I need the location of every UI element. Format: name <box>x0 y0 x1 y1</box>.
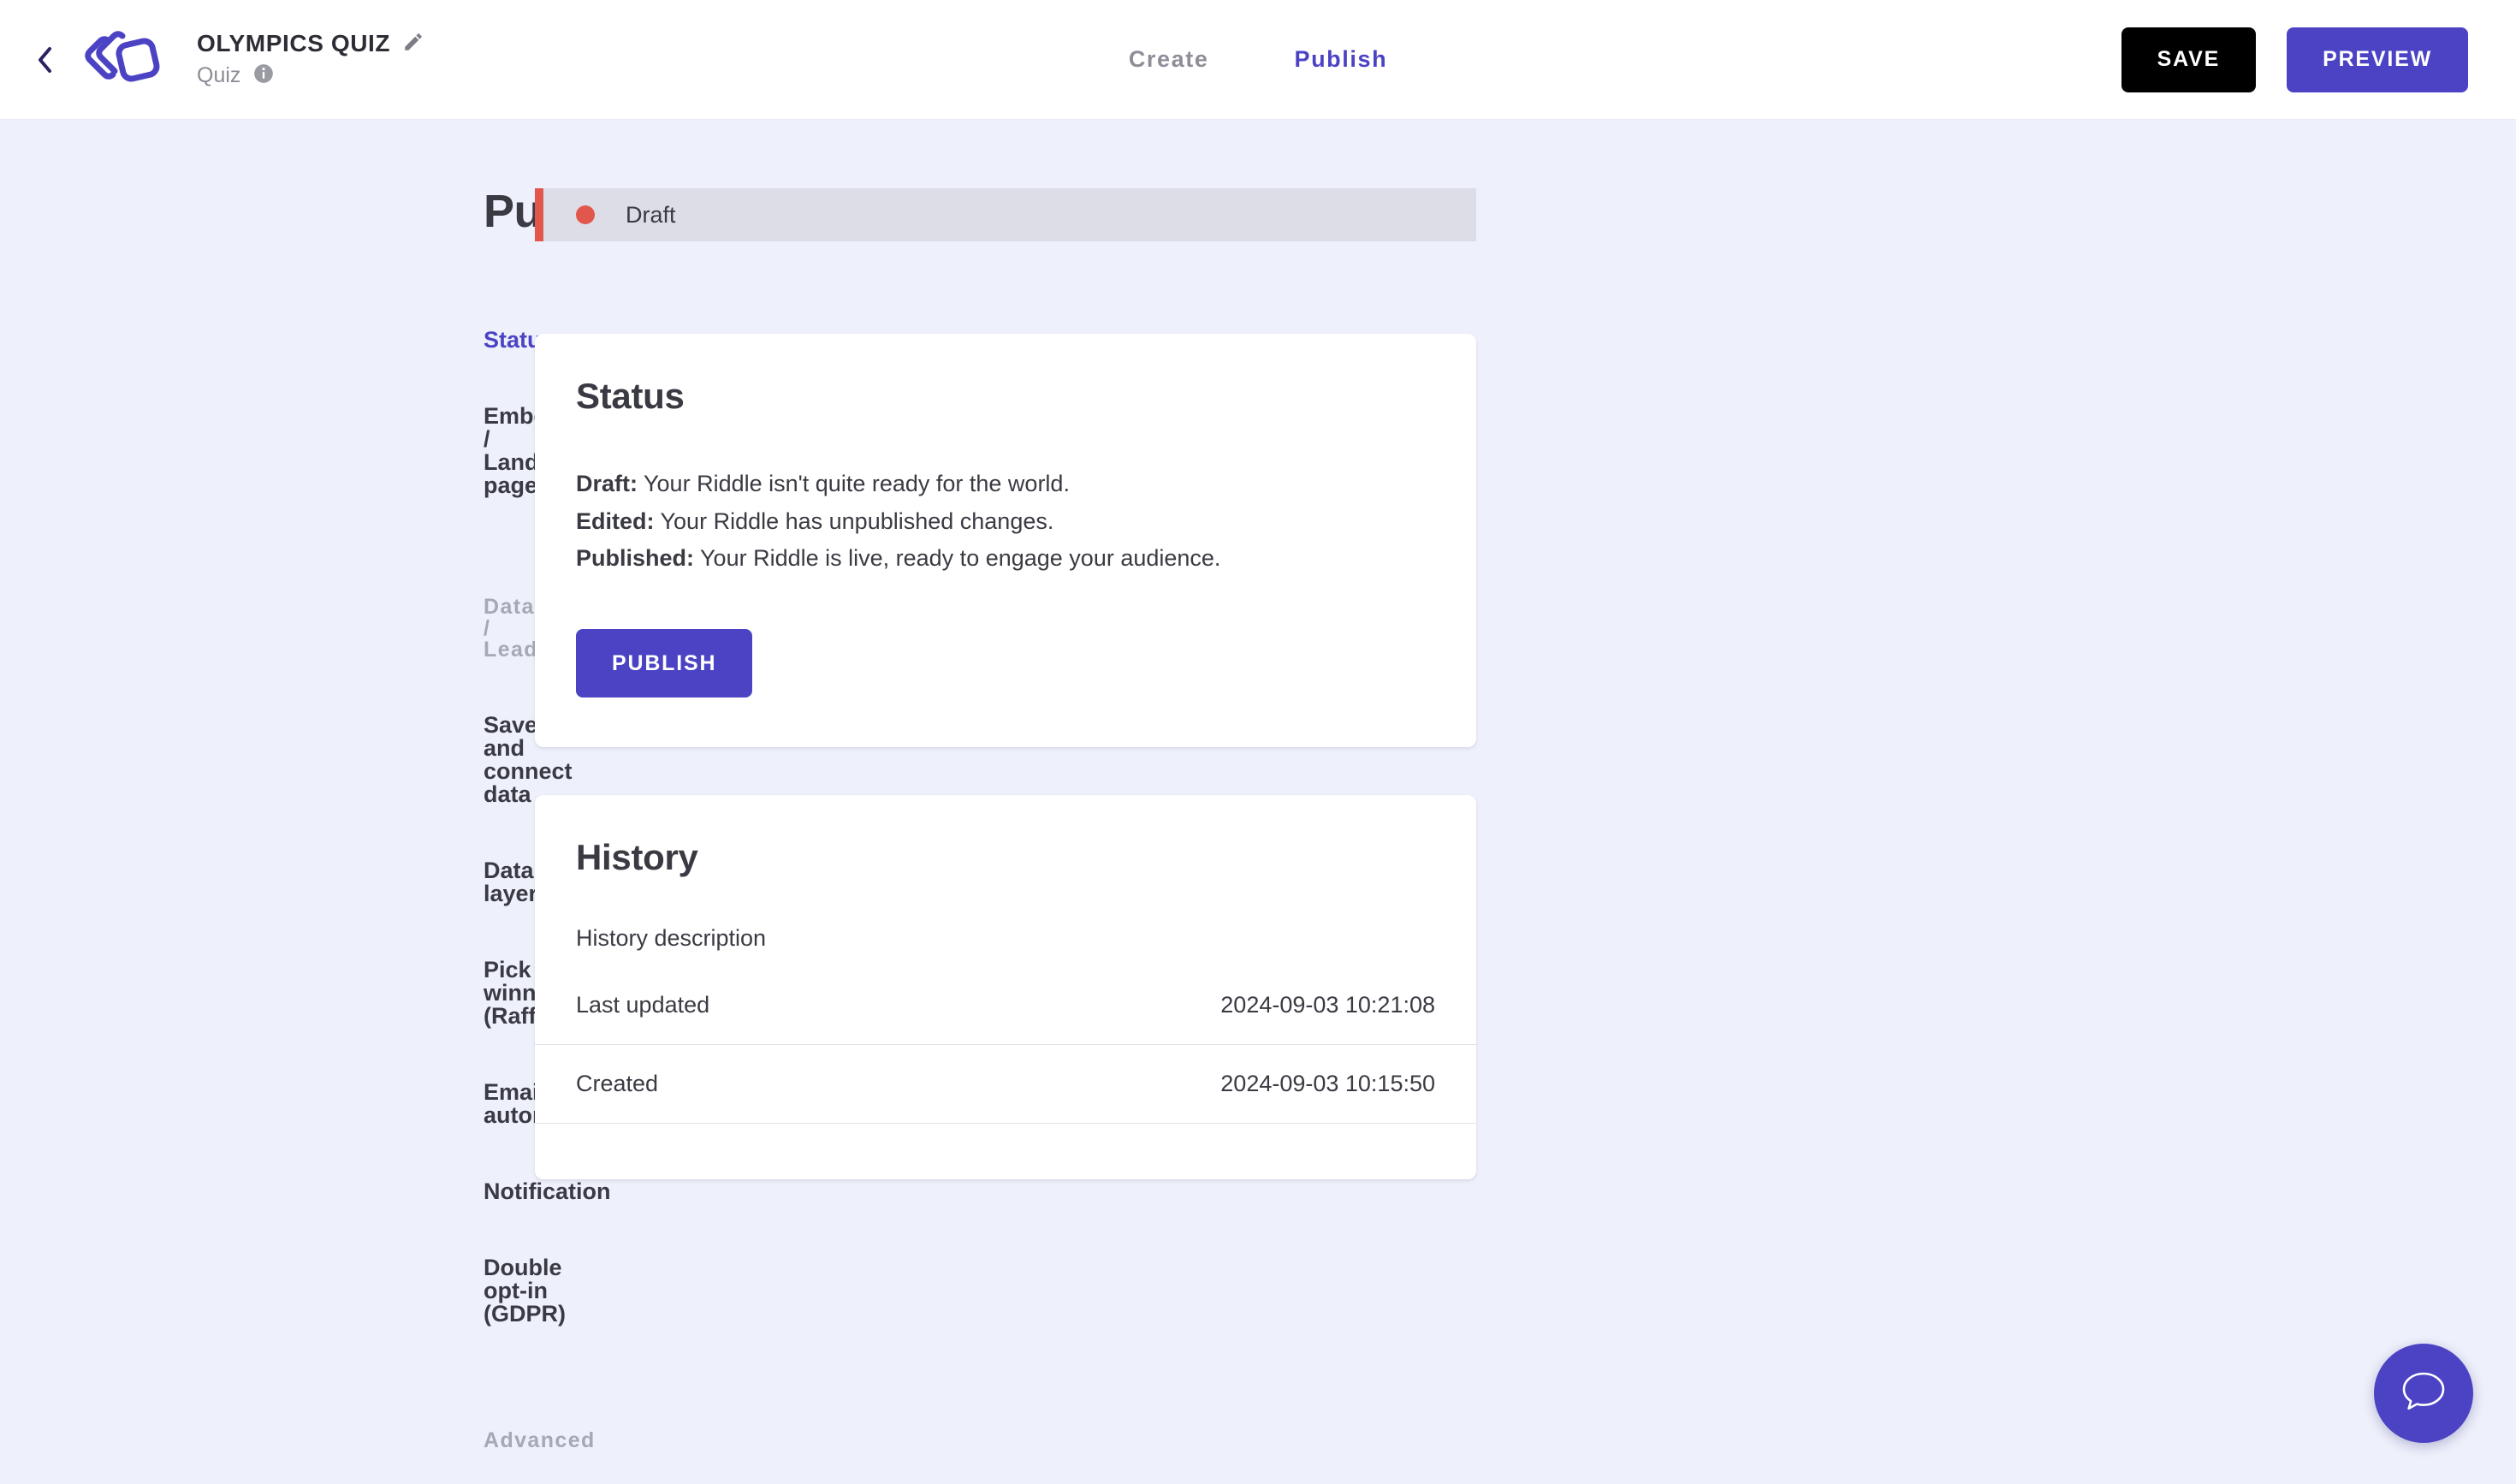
table-row: Last updated 2024-09-03 10:21:08 <box>535 965 1476 1044</box>
sidebar-section-data-leads: Data / Leads <box>484 595 552 662</box>
status-line-draft: Draft: Your Riddle isn't quite ready for… <box>576 466 1435 503</box>
status-term-draft: Draft: <box>576 471 638 496</box>
table-footer-row <box>535 1123 1476 1179</box>
history-description: History description <box>576 925 767 952</box>
project-type-label: Quiz <box>197 62 241 87</box>
history-row-value: 2024-09-03 10:15:50 <box>1220 1071 1435 1097</box>
sidebar-group-data: Save and connect data Data layer Pick a … <box>484 714 611 1379</box>
status-card-body: Status Draft: Your Riddle isn't quite re… <box>535 334 1476 747</box>
status-desc-draft: Your Riddle isn't quite ready for the wo… <box>638 471 1070 496</box>
project-title: OLYMPICS QUIZ <box>197 30 391 56</box>
status-desc-published: Your Riddle is live, ready to engage you… <box>694 545 1221 572</box>
status-term-edited: Edited: <box>576 508 655 534</box>
status-term-published: Published: <box>576 545 695 572</box>
riddle-logo-icon <box>85 30 160 81</box>
sidebar-item-data-layer[interactable]: Data layer <box>484 859 537 905</box>
history-row-label: Created <box>576 1071 659 1097</box>
history-row-label: Last updated <box>576 991 710 1018</box>
project-title-row: OLYMPICS QUIZ <box>197 31 424 57</box>
page-title: Publish <box>484 188 648 234</box>
publish-button[interactable]: PUBLISH <box>576 629 753 698</box>
chevron-left-icon <box>35 45 54 74</box>
history-card: History History description Last updated… <box>535 795 1476 1180</box>
tab-publish[interactable]: Publish <box>1294 46 1387 73</box>
status-line-edited: Edited: Your Riddle has unpublished chan… <box>576 503 1435 541</box>
history-card-body: History History description Last updated… <box>535 795 1476 1179</box>
status-card-heading: Status <box>576 376 685 416</box>
page-body: Publish Status Embed / Landing page Data… <box>0 120 2516 1484</box>
back-button[interactable] <box>19 34 70 86</box>
chat-widget-button[interactable] <box>2374 1344 2473 1443</box>
sidebar-group-general: Status Embed / Landing page <box>484 329 573 550</box>
app-logo[interactable] <box>74 19 168 101</box>
sidebar-section-advanced: Advanced <box>484 1428 596 1452</box>
history-row-value: 2024-09-03 10:21:08 <box>1220 991 1435 1018</box>
table-row: Created 2024-09-03 10:15:50 <box>535 1044 1476 1123</box>
save-button[interactable]: SAVE <box>2121 27 2257 92</box>
edit-pencil-icon[interactable] <box>402 31 424 57</box>
header-actions: SAVE PREVIEW <box>2121 27 2468 92</box>
status-card: Status Draft: Your Riddle isn't quite re… <box>535 334 1476 748</box>
chat-bubble-icon <box>2400 1368 2448 1419</box>
history-card-heading: History <box>576 837 698 878</box>
tab-create[interactable]: Create <box>1129 46 1209 73</box>
header-tabs: Create Publish <box>1129 46 1387 73</box>
status-descriptions: Draft: Your Riddle isn't quite ready for… <box>576 466 1435 578</box>
draft-status-banner: Draft <box>535 188 1476 241</box>
status-dot-icon <box>576 205 595 224</box>
status-badge: Draft <box>626 201 676 228</box>
status-line-published: Published: Your Riddle is live, ready to… <box>576 540 1435 578</box>
publish-sidebar: Publish Status Embed / Landing page Data… <box>0 188 648 1484</box>
publish-main-content: Draft Status Draft: Your Riddle isn't qu… <box>535 188 1562 1484</box>
preview-button[interactable]: PREVIEW <box>2287 27 2468 92</box>
project-title-block: OLYMPICS QUIZ Quiz <box>197 31 424 89</box>
project-subtitle-row: Quiz <box>197 62 424 89</box>
history-table: Last updated 2024-09-03 10:21:08 Created… <box>535 965 1476 1179</box>
status-desc-edited: Your Riddle has unpublished changes. <box>654 508 1054 534</box>
top-header-bar: OLYMPICS QUIZ Quiz Create Publish SAVE P… <box>0 0 2516 120</box>
info-icon[interactable] <box>252 62 275 89</box>
